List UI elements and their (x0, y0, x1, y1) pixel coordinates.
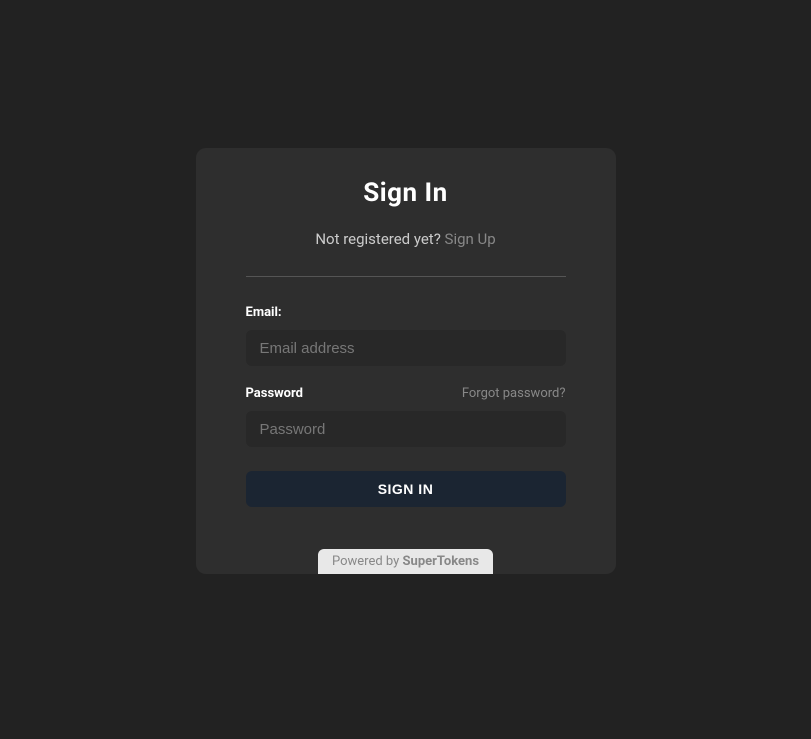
powered-by-brand: SuperTokens (403, 554, 479, 569)
email-group: Email: (246, 305, 566, 366)
forgot-password-link[interactable]: Forgot password? (462, 386, 566, 401)
password-group: Password Forgot password? (246, 386, 566, 447)
subtitle-text: Not registered yet? (315, 230, 444, 248)
signin-card: Sign In Not registered yet? Sign Up Emai… (196, 148, 616, 574)
subtitle: Not registered yet? Sign Up (246, 230, 566, 248)
email-field[interactable] (246, 330, 566, 366)
email-label: Email: (246, 305, 282, 320)
powered-by-badge[interactable]: Powered by SuperTokens (318, 549, 493, 574)
powered-by-wrapper: Powered by SuperTokens (246, 549, 566, 574)
password-field[interactable] (246, 411, 566, 447)
page-title: Sign In (246, 178, 566, 208)
divider (246, 276, 566, 277)
password-label: Password (246, 386, 303, 401)
powered-by-prefix: Powered by (332, 554, 403, 569)
signin-button[interactable]: SIGN IN (246, 471, 566, 507)
signup-link[interactable]: Sign Up (445, 230, 496, 248)
